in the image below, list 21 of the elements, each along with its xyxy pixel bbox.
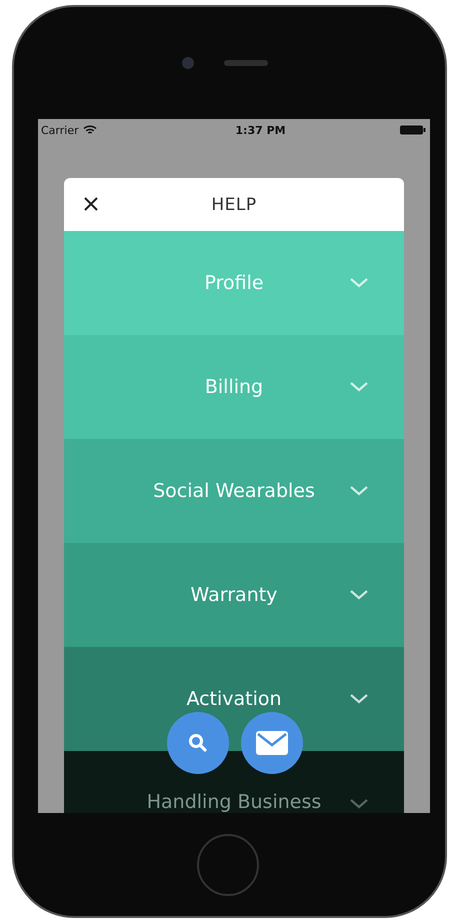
carrier-label: Carrier: [41, 124, 79, 136]
topic-row[interactable]: Profile: [64, 231, 404, 335]
status-time: 1:37 PM: [235, 124, 286, 136]
close-button[interactable]: [84, 197, 98, 211]
topic-label: Handling Business: [146, 791, 322, 813]
battery-icon: [400, 125, 426, 135]
envelope-icon: [256, 731, 288, 755]
topic-row[interactable]: Handling Business: [64, 751, 404, 813]
topic-label: Warranty: [190, 584, 278, 606]
topic-label: Activation: [186, 688, 282, 710]
topic-row[interactable]: Social Wearables: [64, 439, 404, 543]
topic-row[interactable]: Warranty: [64, 543, 404, 647]
topic-label: Billing: [204, 376, 264, 398]
search-icon: [188, 733, 208, 753]
speaker-icon: [224, 60, 268, 66]
topic-label: Profile: [204, 272, 264, 294]
topic-row[interactable]: Billing: [64, 335, 404, 439]
topic-label: Social Wearables: [153, 480, 315, 502]
camera-icon: [182, 57, 194, 69]
wifi-icon: [82, 125, 97, 135]
dialog-title: HELP: [211, 194, 257, 214]
